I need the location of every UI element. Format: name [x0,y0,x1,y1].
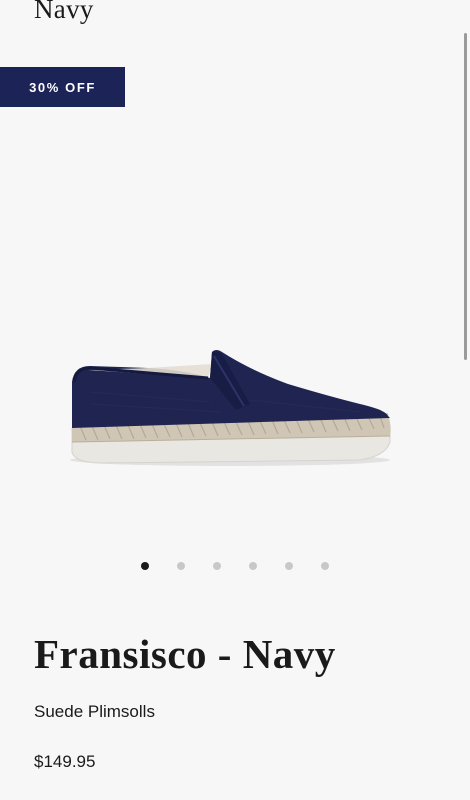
gallery-dot[interactable] [249,562,257,570]
product-name: Fransisco - Navy [34,631,336,677]
gallery-dot[interactable] [141,562,149,570]
header-title: Navy [34,0,94,24]
product-price: $149.95 [34,752,96,771]
product-subtitle: Suede Plimsolls [34,702,155,721]
gallery-dot[interactable] [177,562,185,570]
gallery-pagination [0,562,470,570]
scrollbar[interactable] [464,33,467,360]
gallery-dot[interactable] [213,562,221,570]
product-page: Navy 30% OFF Fransisco - Navy Suede Plim… [0,0,470,800]
product-image[interactable] [60,330,405,480]
gallery-dot[interactable] [321,562,329,570]
gallery-dot[interactable] [285,562,293,570]
discount-badge: 30% OFF [0,67,125,107]
